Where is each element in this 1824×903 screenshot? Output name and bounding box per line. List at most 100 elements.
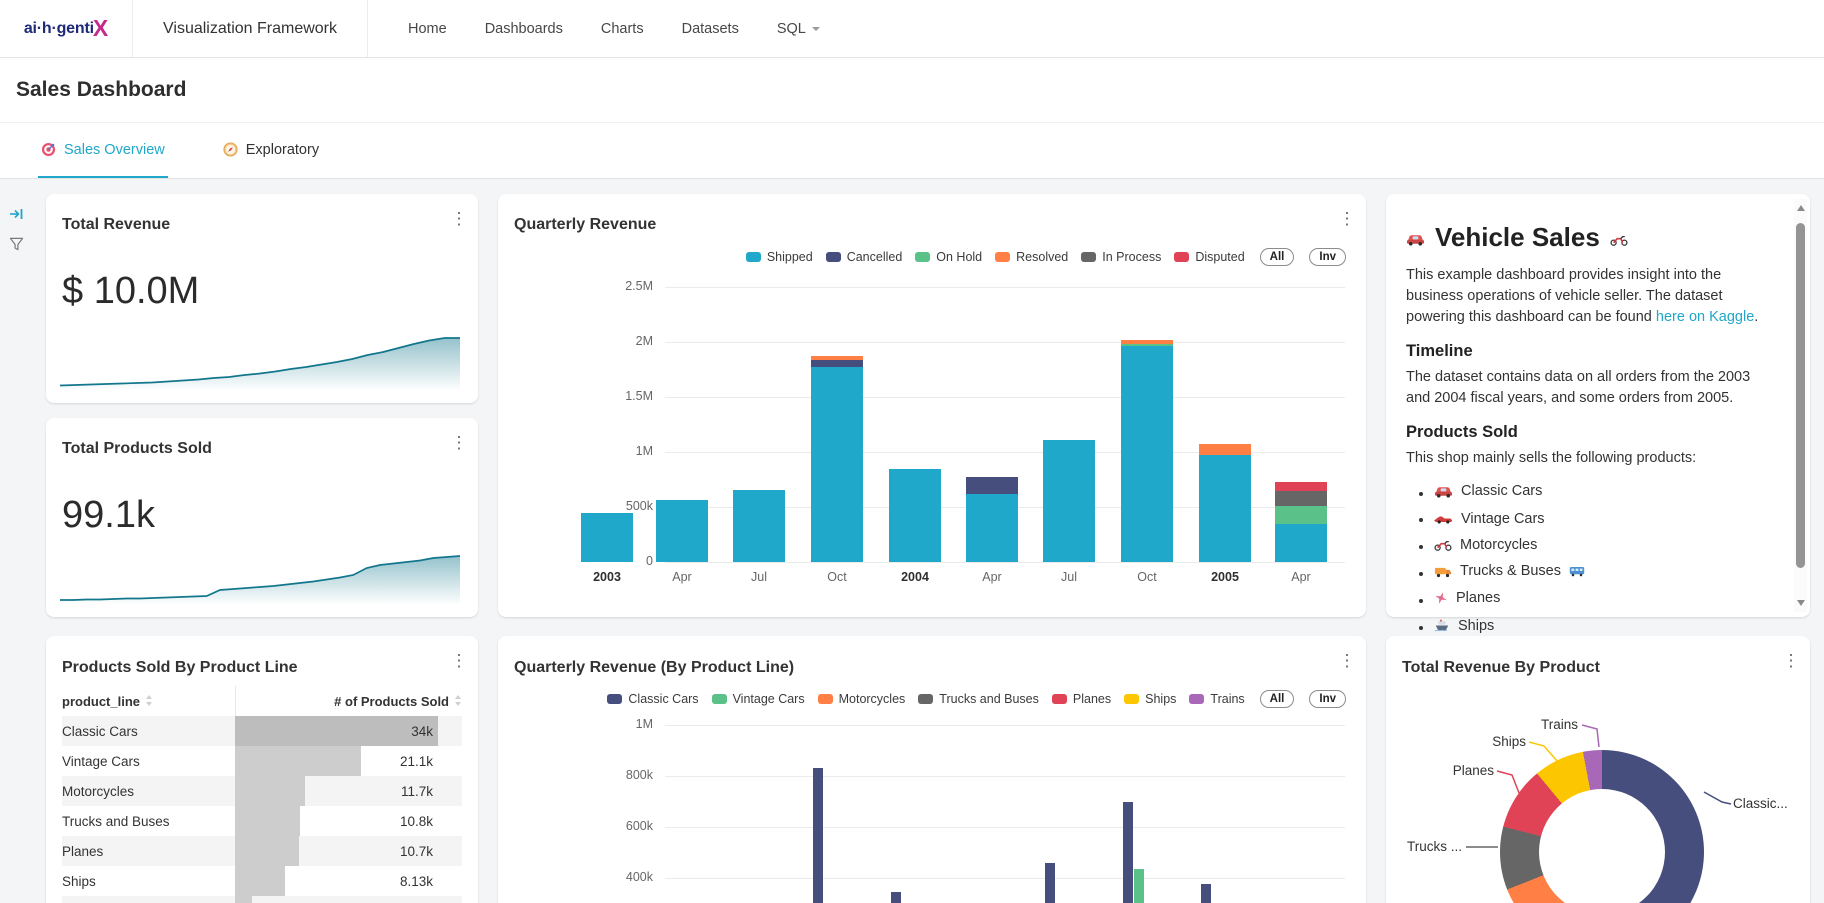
cell-products-sold: 21.1k: [400, 746, 433, 776]
tab-exploratory[interactable]: Exploratory: [220, 123, 322, 178]
gridline: [665, 725, 1345, 726]
bar-classic-cars[interactable]: [1045, 863, 1055, 903]
kebab-menu-icon[interactable]: ⋮: [450, 210, 468, 227]
card-title: Total Revenue By Product: [1402, 659, 1600, 677]
gridline: [665, 342, 1345, 343]
tab-label: Exploratory: [246, 142, 319, 158]
dashboard-title-bar: Sales Dashboard: [0, 58, 1824, 123]
nav-home[interactable]: Home: [408, 21, 447, 37]
cell-bar: [235, 746, 361, 776]
bar-classic-cars[interactable]: [813, 768, 823, 903]
product-list-item: Trucks & Buses: [1434, 563, 1776, 582]
column-header-product-line[interactable]: product_line: [62, 694, 235, 709]
y-axis-tick-label: 1.5M: [498, 389, 653, 403]
bar-segment-shipped[interactable]: [656, 500, 708, 562]
y-axis-tick-label: 400k: [498, 870, 653, 884]
product-list-item: Planes: [1434, 590, 1776, 609]
kebab-menu-icon[interactable]: ⋮: [1782, 652, 1800, 669]
bar-classic-cars[interactable]: [1201, 884, 1211, 903]
cell-product-line: Vintage Cars: [62, 746, 140, 776]
kebab-menu-icon[interactable]: ⋮: [450, 434, 468, 451]
column-header-products-sold[interactable]: # of Products Sold: [235, 686, 462, 716]
total-revenue-sparkline: [60, 331, 460, 391]
expand-filter-bar-icon[interactable]: [9, 207, 25, 226]
gridline: [665, 287, 1345, 288]
bar-vintage-cars[interactable]: [1134, 869, 1144, 903]
bar-segment-on-hold[interactable]: [1275, 506, 1327, 524]
bar-segment-cancelled[interactable]: [966, 477, 1018, 494]
card-quarterly-revenue: Quarterly Revenue ⋮ ShippedCancelledOn H…: [498, 194, 1366, 617]
cell-product-line: Motorcycles: [62, 776, 134, 806]
page-title: Sales Dashboard: [16, 78, 186, 102]
timeline-text: The dataset contains data on all orders …: [1406, 367, 1776, 409]
total-revenue-value: $ 10.0M: [62, 270, 199, 313]
cell-bar: [235, 776, 305, 806]
card-quarterly-revenue-by-product-line: Quarterly Revenue (By Product Line) ⋮ Cl…: [498, 636, 1366, 903]
bar-segment-shipped[interactable]: [1199, 455, 1251, 562]
gridline: [665, 397, 1345, 398]
table-header: product_line # of Products Sold: [62, 686, 462, 716]
cell-products-sold: 8.13k: [400, 866, 433, 896]
nav-dashboards[interactable]: Dashboards: [485, 21, 563, 37]
y-axis-tick-label: 2M: [498, 334, 653, 348]
scroll-up-icon[interactable]: [1797, 205, 1805, 211]
bar-segment-in-process[interactable]: [1275, 491, 1327, 506]
nav-charts[interactable]: Charts: [601, 21, 644, 37]
bar-segment-shipped[interactable]: [733, 490, 785, 562]
product-label: Trucks & Buses: [1460, 563, 1561, 579]
bar-segment-shipped[interactable]: [1121, 346, 1173, 562]
table-row: Ships 8.13k: [62, 866, 462, 896]
x-axis-tick-label: 2005: [1190, 570, 1260, 584]
cell-product-line: Trucks and Buses: [62, 806, 170, 836]
product-label: Motorcycles: [1460, 537, 1537, 553]
bar-segment-resolved[interactable]: [1121, 340, 1173, 343]
bar-segment-shipped[interactable]: [811, 367, 863, 562]
card-total-products-sold: Total Products Sold ⋮ 99.1k: [46, 418, 478, 617]
x-axis-tick-label: 2003: [572, 570, 642, 584]
logo-text: ai·h·genti: [24, 20, 94, 38]
bar-segment-resolved[interactable]: [811, 356, 863, 360]
table-row: Vintage Cars 21.1k: [62, 746, 462, 776]
bar-segment-shipped[interactable]: [966, 494, 1018, 562]
cell-products-sold: 10.7k: [400, 836, 433, 866]
x-axis-tick-label: Jul: [1034, 570, 1104, 584]
donut-slice-label: Classic...: [1733, 796, 1788, 811]
vehicle-sales-markdown: Vehicle Sales This example dashboard pro…: [1406, 194, 1776, 645]
bar-classic-cars[interactable]: [891, 892, 901, 903]
nav-datasets[interactable]: Datasets: [682, 21, 739, 37]
bar-classic-cars[interactable]: [1123, 802, 1133, 903]
kebab-menu-icon[interactable]: ⋮: [450, 652, 468, 669]
bar-segment-resolved[interactable]: [1199, 444, 1251, 455]
app-logo[interactable]: ai·h·gentiX: [0, 0, 132, 57]
nav-sql-menu[interactable]: SQL: [777, 21, 820, 37]
kaggle-link[interactable]: here on Kaggle: [1656, 309, 1754, 325]
y-axis-tick-label: 1M: [498, 717, 653, 731]
bar-segment-disputed[interactable]: [1275, 482, 1327, 491]
y-axis-tick-label: 800k: [498, 768, 653, 782]
bar-segment-shipped[interactable]: [581, 513, 633, 563]
bar-segment-shipped[interactable]: [889, 469, 941, 562]
quarterly-revenue-plot: 0500k1M1.5M2M2.5M2003AprJulOct2004AprJul…: [498, 194, 1366, 617]
bar-segment-on-hold[interactable]: [1121, 344, 1173, 347]
cell-bar: [235, 836, 299, 866]
scrollbar[interactable]: [1794, 199, 1807, 612]
filter-funnel-icon[interactable]: [9, 237, 24, 256]
card-total-revenue-by-product: Total Revenue By Product ⋮ Classic...Tru…: [1386, 636, 1810, 903]
cell-product-line: Classic Cars: [62, 716, 138, 746]
card-total-revenue: Total Revenue ⋮ $ 10.0M: [46, 194, 478, 403]
dart-icon: [41, 142, 56, 157]
motorcycle-icon: [1610, 234, 1628, 246]
y-axis-tick-label: 600k: [498, 819, 653, 833]
scroll-down-icon[interactable]: [1797, 600, 1805, 606]
tab-label: Sales Overview: [64, 142, 165, 158]
scrollbar-thumb[interactable]: [1796, 223, 1805, 568]
cell-product-line: Ships: [62, 866, 96, 896]
x-axis-tick-label: Apr: [1266, 570, 1336, 584]
products-sold-heading: Products Sold: [1406, 423, 1776, 442]
bar-segment-shipped[interactable]: [1043, 440, 1095, 562]
bar-segment-cancelled[interactable]: [811, 360, 863, 367]
sort-icon: [145, 694, 153, 709]
app-header: ai·h·gentiX Visualization Framework Home…: [0, 0, 1824, 58]
tab-sales-overview[interactable]: Sales Overview: [38, 123, 168, 178]
bar-segment-shipped[interactable]: [1275, 524, 1327, 562]
